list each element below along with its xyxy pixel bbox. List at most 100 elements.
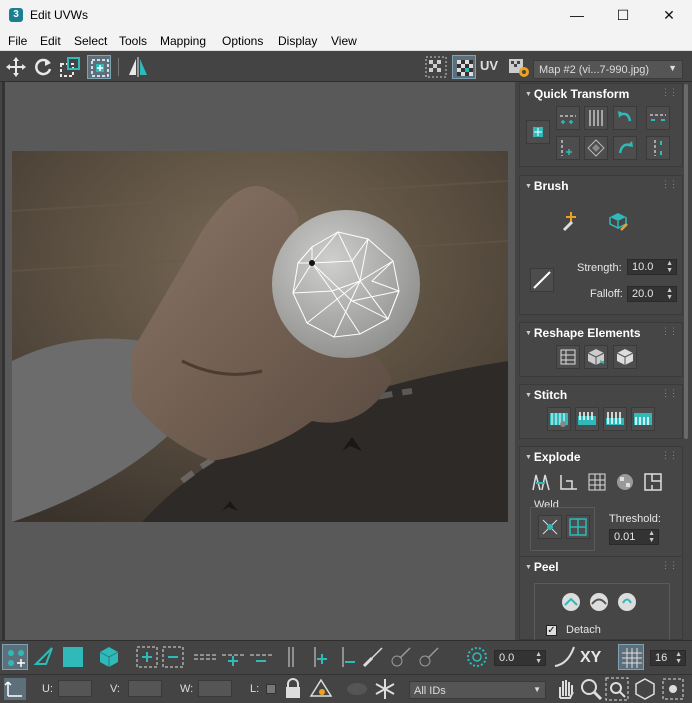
face-mode-icon[interactable]	[60, 644, 86, 670]
space-horizontal-icon[interactable]	[646, 106, 670, 130]
menu-options[interactable]: Options	[222, 34, 263, 48]
scale-icon[interactable]	[58, 55, 82, 79]
pan-hand-icon[interactable]	[552, 676, 578, 702]
spinner-arrows-icon[interactable]: ▲ ▼	[648, 530, 655, 544]
grip-icon[interactable]: ⋮⋮	[661, 450, 678, 461]
stitch-to-target-icon[interactable]	[631, 407, 655, 431]
freeform-icon[interactable]	[87, 55, 111, 79]
break-icon[interactable]	[530, 471, 554, 495]
paint-grow-icon[interactable]	[388, 644, 414, 670]
grip-icon[interactable]: ⋮⋮	[661, 179, 678, 190]
paint-move-brush-icon[interactable]	[560, 210, 584, 234]
menu-view[interactable]: View	[331, 34, 357, 48]
minimize-button[interactable]: —	[554, 0, 600, 31]
strength-spinner[interactable]: 10.0 ▲ ▼	[627, 259, 677, 275]
texture-image[interactable]	[12, 151, 508, 522]
falloff-spinner[interactable]: 20.0 ▲ ▼	[627, 286, 677, 302]
rollout-title-quick-transform[interactable]: Quick Transform	[525, 87, 629, 101]
menu-display[interactable]: Display	[278, 34, 317, 48]
w-field[interactable]	[198, 680, 232, 697]
grip-icon[interactable]: ⋮⋮	[661, 326, 678, 337]
xy-space-label[interactable]: XY	[580, 649, 601, 667]
align-corner-icon[interactable]	[556, 136, 580, 160]
rollout-title-reshape[interactable]: Reshape Elements	[525, 326, 641, 340]
detach-checkbox[interactable]: ✓	[546, 625, 557, 636]
unfold-cube-icon[interactable]	[613, 345, 637, 369]
falloff-curve-icon[interactable]	[552, 644, 578, 670]
l-checkbox[interactable]	[266, 684, 276, 694]
menu-tools[interactable]: Tools	[119, 34, 147, 48]
ring-shrink-icon[interactable]	[334, 644, 360, 670]
flatten-by-material-icon[interactable]	[642, 471, 666, 495]
checker-icon[interactable]	[424, 55, 448, 79]
rollout-title-explode[interactable]: Explode	[525, 450, 581, 464]
move-icon[interactable]	[4, 55, 28, 79]
ring-icon[interactable]	[278, 644, 304, 670]
zoom-icon[interactable]	[578, 676, 604, 702]
paint-shrink-icon[interactable]	[416, 644, 442, 670]
grid-snap-icon[interactable]	[618, 644, 644, 670]
spinner-arrows-icon[interactable]: ▲ ▼	[535, 651, 542, 665]
menu-edit[interactable]: Edit	[40, 34, 61, 48]
menu-mapping[interactable]: Mapping	[160, 34, 206, 48]
checker-display-icon[interactable]	[452, 55, 476, 79]
rotate-cw-icon[interactable]	[613, 136, 637, 160]
align-horizontal-icon[interactable]	[556, 106, 580, 130]
flatten-grid-icon[interactable]	[586, 471, 610, 495]
edge-mode-icon[interactable]	[32, 644, 58, 670]
map-selector-dropdown[interactable]: Map #2 (vi...7-990.jpg) ▼	[533, 60, 683, 79]
relax-brush-icon[interactable]	[607, 210, 631, 234]
rotate-ccw-icon[interactable]	[613, 106, 637, 130]
loop-shrink-icon[interactable]	[248, 644, 274, 670]
show-icon[interactable]	[344, 676, 370, 702]
grow-selection-icon[interactable]	[134, 644, 160, 670]
detach-edge-icon[interactable]	[558, 471, 582, 495]
stitch-average-icon[interactable]	[603, 407, 627, 431]
straighten-selection-icon[interactable]	[556, 345, 580, 369]
mirror-icon[interactable]	[126, 55, 150, 79]
menu-file[interactable]: File	[8, 34, 27, 48]
close-button[interactable]: ✕	[646, 0, 692, 31]
align-vertical-icon[interactable]	[584, 106, 608, 130]
rollout-title-peel[interactable]: Peel	[525, 560, 559, 574]
lock-icon[interactable]	[280, 676, 306, 702]
soft-selection-icon[interactable]	[464, 644, 490, 670]
straighten-icon[interactable]	[584, 136, 608, 160]
absolute-offset-icon[interactable]	[2, 676, 28, 702]
quick-peel-icon[interactable]	[560, 591, 584, 615]
stitch-to-source-icon[interactable]	[575, 407, 599, 431]
zoom-extents-icon[interactable]	[632, 676, 658, 702]
u-field[interactable]	[58, 680, 92, 697]
zoom-selected-icon[interactable]	[660, 676, 686, 702]
spinner-arrows-icon[interactable]: ▲ ▼	[666, 287, 673, 301]
stitch-custom-icon[interactable]	[547, 407, 571, 431]
grid-spinner[interactable]: 16 ▲ ▼	[650, 650, 686, 666]
align-center-icon[interactable]	[526, 120, 550, 144]
maximize-button[interactable]: ☐	[600, 0, 646, 31]
grip-icon[interactable]: ⋮⋮	[661, 560, 678, 571]
ring-grow-icon[interactable]	[306, 644, 332, 670]
grip-icon[interactable]: ⋮⋮	[661, 388, 678, 399]
shrink-selection-icon[interactable]	[160, 644, 186, 670]
relax-icon[interactable]	[584, 345, 608, 369]
weld-target-icon[interactable]	[566, 515, 590, 539]
paint-select-icon[interactable]	[360, 644, 386, 670]
angle-spinner[interactable]: 0.0 ▲ ▼	[494, 650, 546, 666]
vertex-mode-icon[interactable]	[2, 644, 28, 670]
grip-icon[interactable]: ⋮⋮	[661, 87, 678, 98]
panel-scrollbar[interactable]	[684, 84, 688, 439]
flatten-checker-icon[interactable]	[614, 471, 638, 495]
rotate-icon[interactable]	[31, 55, 55, 79]
falloff-curve-icon[interactable]	[530, 268, 554, 292]
rollout-title-brush[interactable]: Brush	[525, 179, 569, 193]
spinner-arrows-icon[interactable]: ▲ ▼	[666, 260, 673, 274]
reset-peel-icon[interactable]	[616, 591, 640, 615]
hide-icon[interactable]	[308, 676, 334, 702]
zoom-region-icon[interactable]	[604, 676, 630, 702]
space-vertical-icon[interactable]	[646, 136, 670, 160]
peel-mode-icon[interactable]	[588, 591, 612, 615]
menu-select[interactable]: Select	[74, 34, 107, 48]
loop-grow-icon[interactable]	[220, 644, 246, 670]
element-mode-icon[interactable]	[96, 644, 122, 670]
freeze-icon[interactable]	[372, 676, 398, 702]
